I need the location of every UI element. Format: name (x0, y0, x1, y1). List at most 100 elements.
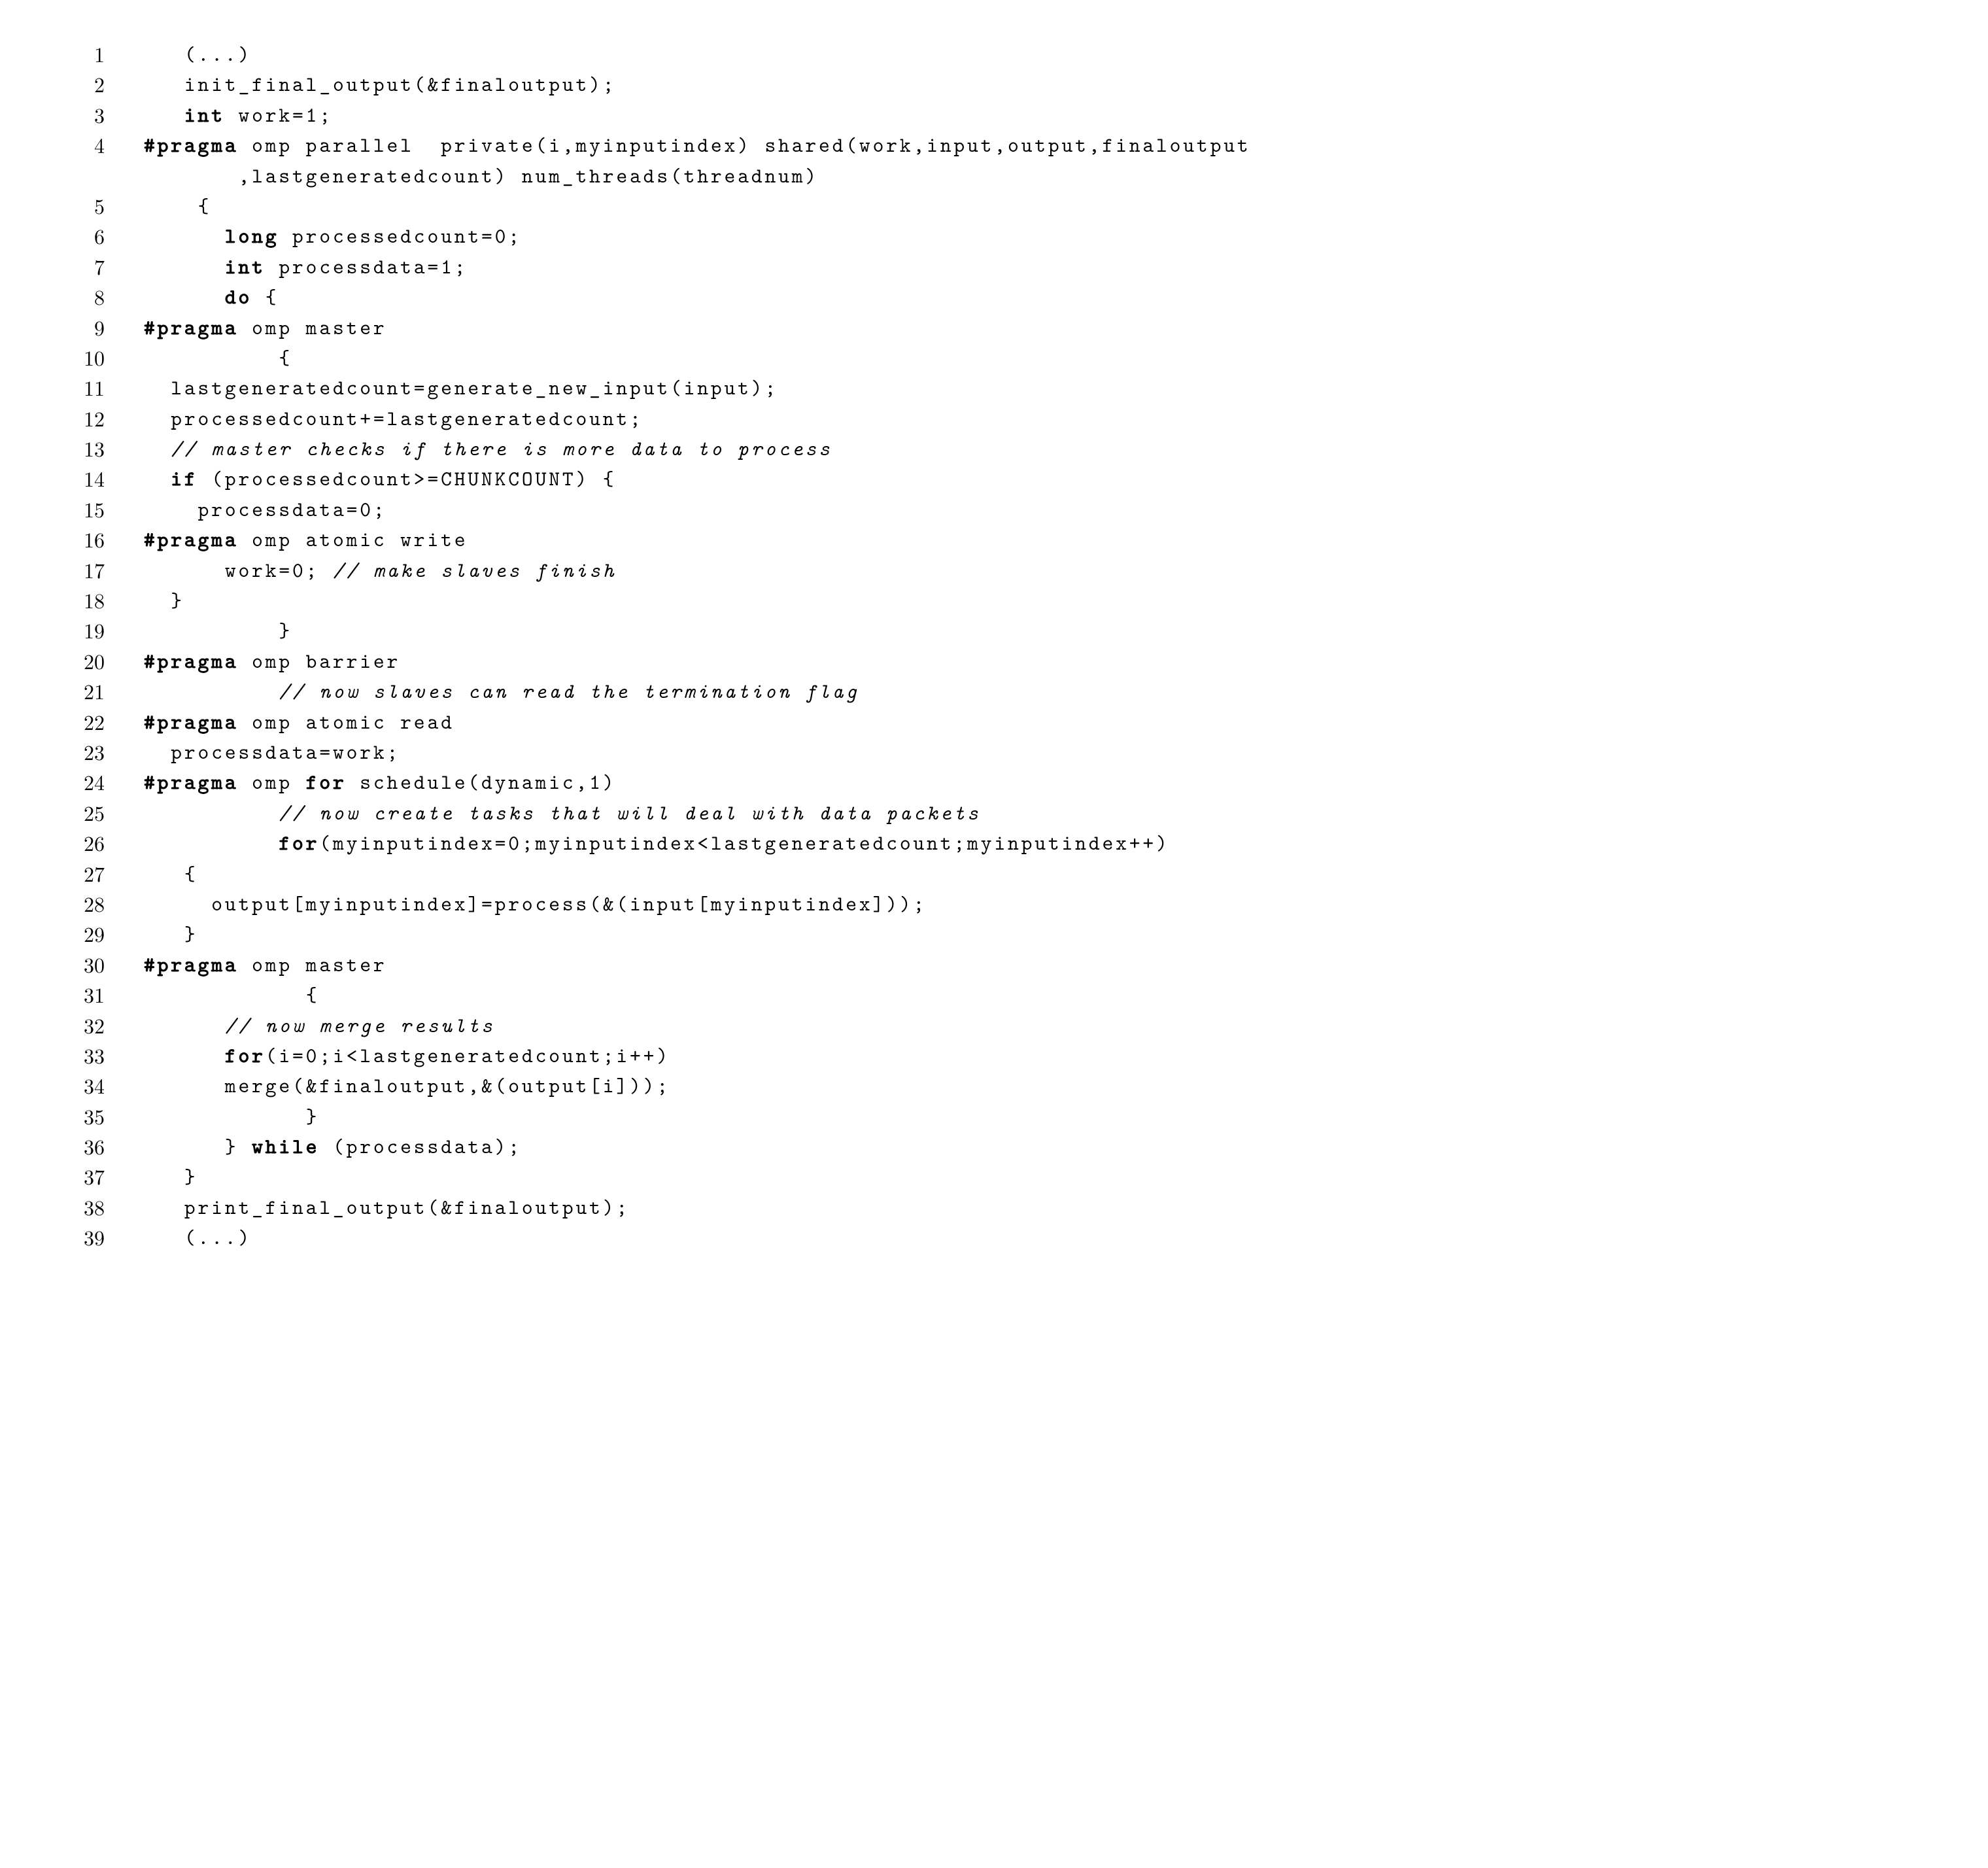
code-line: 29 } (52, 919, 1251, 949)
line-number: 11 (52, 373, 144, 403)
code-text: lastgeneratedcount=generate_new_input(in… (171, 373, 778, 402)
code-content: for(myinputindex=0;myinputindex<lastgene… (144, 828, 1251, 858)
code-text: merge(&finaloutput,&(output[i])); (225, 1071, 670, 1099)
code-content: #pragma omp atomic write (144, 525, 1251, 555)
code-text: omp barrier (238, 647, 400, 675)
code-text: { (184, 859, 198, 888)
line-number: 15 (52, 494, 144, 525)
code-text: (i=0;i<lastgeneratedcount;i++) (266, 1041, 670, 1069)
code-text: } (184, 1162, 198, 1190)
line-number: 20 (52, 646, 144, 676)
line-number: 17 (52, 555, 144, 585)
code-content: } while (processdata); (144, 1132, 1251, 1162)
code-text: ,lastgeneratedcount) num_threads(threadn… (238, 162, 819, 190)
code-text: processedcount+=lastgeneratedcount; (171, 404, 643, 432)
keyword: while (252, 1132, 319, 1160)
line-number: 18 (52, 585, 144, 615)
code-text: processdata=0; (198, 495, 387, 523)
code-text: omp master (238, 313, 386, 341)
keyword: for (225, 1041, 266, 1069)
line-number: 6 (52, 221, 144, 251)
code-text: { (279, 343, 292, 372)
page: 1 (...)2 init_final_output(&finaloutput)… (0, 0, 1988, 1868)
code-line: 3 int work=1; (52, 100, 1251, 130)
line-number: 4 (52, 130, 144, 160)
line-number: 35 (52, 1101, 144, 1132)
code-line: 14 if (processedcount>=CHUNKCOUNT) { (52, 464, 1251, 494)
code-text: } (184, 920, 198, 948)
code-content: // now slaves can read the termination f… (144, 676, 1251, 706)
code-content: } (144, 1162, 1251, 1192)
code-line: 25 // now create tasks that will deal wi… (52, 798, 1251, 828)
keyword: #pragma (144, 647, 238, 675)
code-content: (...) (144, 39, 1251, 69)
code-line: 33 for(i=0;i<lastgeneratedcount;i++) (52, 1041, 1251, 1071)
code-content: (...) (144, 1222, 1251, 1253)
keyword: long (225, 222, 279, 250)
code-content: merge(&finaloutput,&(output[i])); (144, 1071, 1251, 1101)
line-number: 3 (52, 100, 144, 130)
line-number: 7 (52, 252, 144, 282)
line-number: 36 (52, 1132, 144, 1162)
code-line: 23 processdata=work; (52, 737, 1251, 767)
code-content: } (144, 585, 1251, 615)
code-text: omp atomic write (238, 525, 468, 553)
code-line: 24#pragma omp for schedule(dynamic,1) (52, 767, 1251, 797)
code-content: for(i=0;i<lastgeneratedcount;i++) (144, 1041, 1251, 1071)
code-line: 16#pragma omp atomic write (52, 525, 1251, 555)
code-content: // master checks if there is more data t… (144, 434, 1251, 464)
keyword: do (225, 283, 252, 311)
line-number: 27 (52, 859, 144, 889)
code-text: } (225, 1132, 252, 1160)
code-content: init_final_output(&finaloutput); (144, 69, 1251, 99)
code-listing: 1 (...)2 init_final_output(&finaloutput)… (52, 39, 1251, 1253)
line-number (52, 161, 144, 191)
code-text: (...) (184, 1223, 252, 1251)
code-content: #pragma omp parallel private(i,myinputin… (144, 130, 1251, 160)
code-content: { (144, 859, 1251, 889)
line-number: 24 (52, 767, 144, 797)
keyword: int (184, 101, 225, 129)
code-line: 5 { (52, 191, 1251, 221)
code-content: #pragma omp for schedule(dynamic,1) (144, 767, 1251, 797)
code-text: (myinputindex=0;myinputindex<lastgenerat… (319, 829, 1169, 857)
comment: // make slaves finish (333, 556, 616, 584)
code-line: 31 { (52, 980, 1251, 1010)
line-number: 33 (52, 1041, 144, 1071)
code-text: } (306, 1102, 320, 1130)
keyword: #pragma (144, 313, 238, 341)
line-number: 2 (52, 69, 144, 99)
keyword: #pragma (144, 525, 238, 553)
comment: // master checks if there is more data t… (171, 434, 832, 462)
code-content: #pragma omp barrier (144, 646, 1251, 676)
line-number: 32 (52, 1011, 144, 1041)
code-content: { (144, 980, 1251, 1010)
keyword: #pragma (144, 708, 238, 736)
code-text: schedule(dynamic,1) (347, 768, 617, 796)
line-number: 34 (52, 1071, 144, 1101)
code-line: 9#pragma omp master (52, 313, 1251, 343)
code-content: int work=1; (144, 100, 1251, 130)
code-line: 7 int processdata=1; (52, 252, 1251, 282)
code-content: // now merge results (144, 1011, 1251, 1041)
code-line: 11 lastgeneratedcount=generate_new_input… (52, 373, 1251, 403)
code-line: 17 work=0; // make slaves finish (52, 555, 1251, 585)
code-content: ,lastgeneratedcount) num_threads(threadn… (144, 161, 1251, 191)
code-content: } (144, 1101, 1251, 1132)
code-content: #pragma omp master (144, 313, 1251, 343)
code-content: // now create tasks that will deal with … (144, 798, 1251, 828)
code-line: 2 init_final_output(&finaloutput); (52, 69, 1251, 99)
keyword: int (225, 252, 266, 281)
code-line: ,lastgeneratedcount) num_threads(threadn… (52, 161, 1251, 191)
code-text: omp master (238, 950, 386, 978)
code-text: { (252, 283, 279, 311)
code-line: 22#pragma omp atomic read (52, 707, 1251, 737)
keyword: #pragma (144, 768, 238, 796)
code-line: 30#pragma omp master (52, 950, 1251, 980)
code-text: output[myinputindex]=process(&(input[myi… (211, 890, 927, 918)
line-number: 9 (52, 313, 144, 343)
keyword: for (306, 768, 347, 796)
line-number: 16 (52, 525, 144, 555)
keyword: #pragma (144, 131, 238, 159)
code-content: lastgeneratedcount=generate_new_input(in… (144, 373, 1251, 403)
